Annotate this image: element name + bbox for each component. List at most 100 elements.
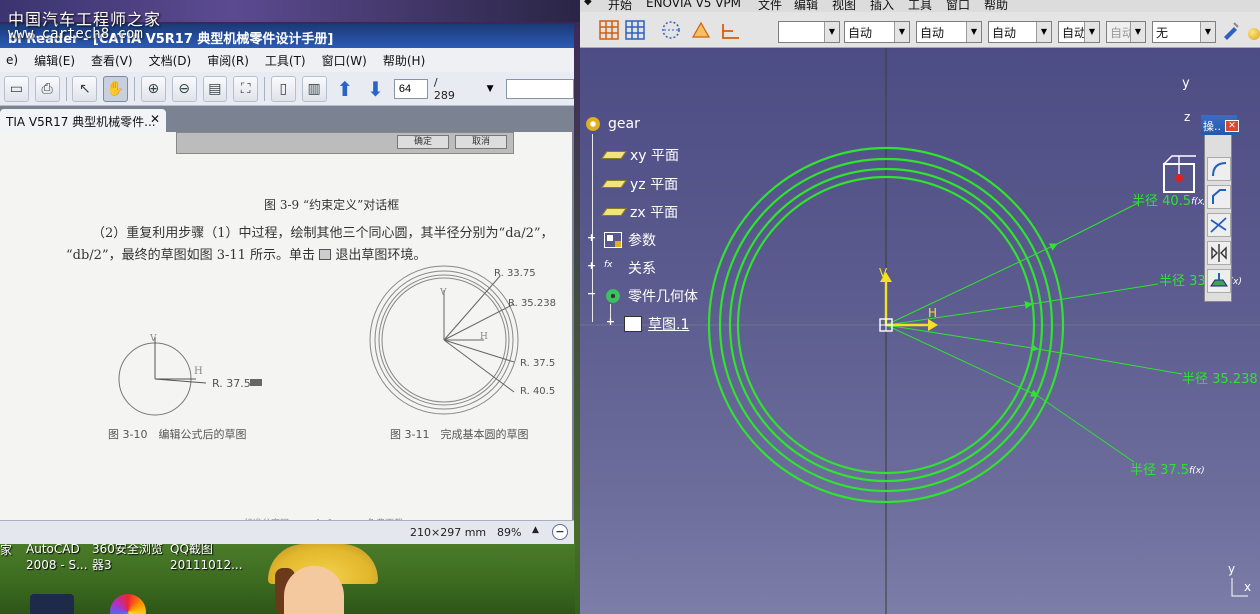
catia-menu-edit[interactable]: 编辑 <box>794 0 818 12</box>
tree-item-label: 草图.1 <box>648 317 690 333</box>
catia-menu-view[interactable]: 视图 <box>832 0 856 12</box>
chamfer-icon[interactable] <box>1207 185 1231 209</box>
select-tool-icon[interactable]: ↖ <box>72 75 98 102</box>
zoom-in-icon[interactable]: ⊕ <box>140 75 166 102</box>
figure-3-11-r3: R. 37.5 <box>520 358 556 369</box>
expand-plus-icon[interactable]: + <box>586 260 597 272</box>
gear-part-icon <box>584 116 602 132</box>
tree-item-sketch-1[interactable]: 草图.1 <box>624 314 689 334</box>
linetype-combo-value: 自动 <box>848 26 873 40</box>
pdf-page-content: 确定 取消 图 3-9 “约束定义”对话框 （2）重复利用步骤（1）中过程，绘制… <box>0 132 572 540</box>
fit-page-icon[interactable]: ⛶ <box>233 75 259 102</box>
zoom-dropdown-arrow-icon[interactable]: ▼ <box>487 84 494 94</box>
catia-menu-file[interactable]: 文件 <box>758 0 782 12</box>
project-3d-elements-icon[interactable] <box>1207 269 1231 293</box>
pdf-menu-tools[interactable]: 工具(T) <box>265 52 306 69</box>
desktop-icon-label-autocad[interactable]: AutoCAD 2008 - S... <box>26 541 88 573</box>
pdf-menu-window[interactable]: 窗口(W) <box>322 52 367 69</box>
zoom-minus-icon[interactable]: − <box>552 524 568 540</box>
render-style-combo: 自动 ▼ <box>1106 21 1146 43</box>
catia-logo-icon[interactable]: ◆ <box>584 0 592 7</box>
page-number-input[interactable] <box>393 78 428 99</box>
pdf-menu-file[interactable]: e) <box>6 53 18 67</box>
point-symbol-combo[interactable]: 自动 ▼ <box>988 21 1052 43</box>
pdf-menu-help[interactable]: 帮助(H) <box>383 52 425 69</box>
desktop-icon-label-360[interactable]: 360安全浏览 器3 <box>92 541 163 573</box>
catia-toolbar: ▼ 自动 ▼ 自动 ▼ 自动 ▼ 自动 ▼ 自动 ▼ 无 ▼ <box>580 12 1260 48</box>
tree-item-parameters[interactable]: 参数 <box>604 230 656 250</box>
chevron-down-icon: ▼ <box>1084 22 1099 42</box>
zoom-out-icon[interactable]: ⊖ <box>171 75 197 102</box>
tree-item-label: 零件几何体 <box>628 289 698 305</box>
figure-3-9-caption: 图 3-9 “约束定义”对话框 <box>264 198 400 212</box>
tree-item-label: xy 平面 <box>630 148 680 164</box>
material-sphere-icon[interactable] <box>1248 28 1260 40</box>
selection-set-combo[interactable]: 无 ▼ <box>1152 21 1216 43</box>
page-size-text: 210×297 mm <box>410 526 487 539</box>
pdf-document-tab[interactable]: TIA V5R17 典型机械零件... ✕ <box>0 109 166 132</box>
color-combo[interactable]: ▼ <box>778 21 840 43</box>
tree-item-xy-plane[interactable]: xy 平面 <box>601 145 680 165</box>
catia-menu-window[interactable]: 窗口 <box>946 0 970 12</box>
tree-root-label: gear <box>608 116 640 132</box>
close-tab-icon[interactable]: ✕ <box>150 112 160 126</box>
single-page-icon[interactable]: ▯ <box>270 75 296 102</box>
relations-fx-icon: fx <box>604 260 613 270</box>
layer-combo-value: 自动 <box>1062 26 1087 40</box>
tree-item-zx-plane[interactable]: zx 平面 <box>601 202 678 222</box>
mirror-icon[interactable] <box>1207 241 1231 265</box>
construction-element-icon[interactable] <box>660 19 682 41</box>
grid-icon[interactable] <box>598 19 620 41</box>
plane-icon <box>601 151 627 159</box>
layer-combo[interactable]: 自动 ▼ <box>1058 21 1100 43</box>
solidworks-icon[interactable] <box>30 594 74 614</box>
desktop-icon-label-qq[interactable]: QQ截图 20111012... <box>170 541 243 573</box>
compass-icon[interactable] <box>1156 148 1202 198</box>
close-icon[interactable]: ✕ <box>1225 120 1239 132</box>
print-icon[interactable]: ⎙ <box>34 75 60 102</box>
next-page-icon[interactable]: ⬇ <box>363 76 388 102</box>
pdf-tab-bar: TIA V5R17 典型机械零件... ✕ <box>0 106 574 132</box>
catia-menu-insert[interactable]: 插入 <box>870 0 894 12</box>
chevron-down-icon: ▼ <box>966 22 981 42</box>
catia-menu-help[interactable]: 帮助 <box>984 0 1008 12</box>
catia-menu-enovia[interactable]: ENOVIA V5 VPM <box>646 0 741 10</box>
zoom-up-icon[interactable]: ▲ <box>532 525 539 535</box>
tree-item-yz-plane[interactable]: yz 平面 <box>601 174 678 194</box>
pdf-menu-review[interactable]: 审阅(R) <box>207 52 249 69</box>
dimensional-constraints-icon[interactable] <box>720 19 742 41</box>
catia-menu-tools[interactable]: 工具 <box>908 0 932 12</box>
expand-plus-icon[interactable]: + <box>586 232 597 244</box>
catia-3d-viewport[interactable]: V H 半径 40.5f(x) 半径 33.75f(x) 半径 35.238 半… <box>580 48 1260 614</box>
geometrical-constraints-icon[interactable] <box>690 19 712 41</box>
pdf-menu-view[interactable]: 查看(V) <box>91 52 133 69</box>
zoom-level-text: 89% <box>497 526 522 539</box>
point-symbol-combo-value: 自动 <box>992 26 1017 40</box>
format-painter-icon[interactable] <box>1220 19 1242 41</box>
collapse-minus-icon[interactable]: − <box>586 288 597 300</box>
tree-root-gear[interactable]: gear <box>584 116 640 132</box>
save-icon[interactable]: ▭ <box>4 75 29 102</box>
tree-item-part-body[interactable]: 零件几何体 <box>604 286 698 306</box>
pdf-menu-edit[interactable]: 编辑(E) <box>34 52 75 69</box>
tree-item-relations[interactable]: fx 关系 <box>604 258 656 278</box>
corner-icon[interactable] <box>1207 157 1231 181</box>
linetype-combo[interactable]: 自动 ▼ <box>844 21 910 43</box>
snap-to-point-icon[interactable] <box>624 19 646 41</box>
fit-width-icon[interactable]: ▤ <box>202 75 228 102</box>
trim-icon[interactable] <box>1207 213 1231 237</box>
dimension-radius-35-238[interactable]: 半径 35.238 <box>1182 368 1258 387</box>
expand-plus-icon[interactable]: + <box>605 316 616 328</box>
figure-3-10-sketch <box>118 337 262 416</box>
dimension-radius-37-5[interactable]: 半径 37.5f(x) <box>1130 459 1205 478</box>
line-width-combo-value: 自动 <box>920 26 945 40</box>
catia-menu-start[interactable]: 开始 <box>608 0 632 12</box>
continuous-page-icon[interactable]: ▥ <box>301 75 327 102</box>
paragraph-line-2-part-a: “db/2”，最终的草图如图 3-11 所示。单击 <box>66 248 316 263</box>
pdf-menu-document[interactable]: 文档(D) <box>149 52 192 69</box>
zoom-input[interactable] <box>505 78 574 99</box>
previous-page-icon[interactable]: ⬆ <box>333 76 358 102</box>
figure-3-11-r2: R. 35.238 <box>508 298 556 309</box>
hand-tool-icon[interactable]: ✋ <box>103 75 129 102</box>
line-width-combo[interactable]: 自动 ▼ <box>916 21 982 43</box>
